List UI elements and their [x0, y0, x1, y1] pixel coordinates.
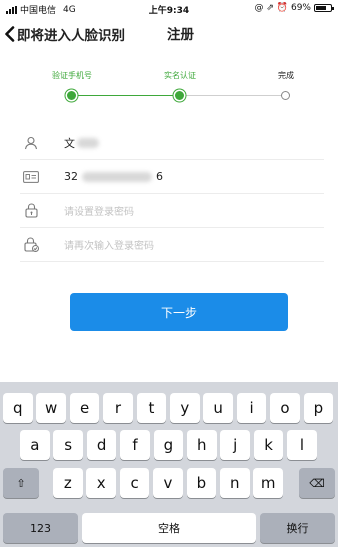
back-button[interactable]: 即将进入人脸识别 — [4, 26, 125, 46]
next-step-button[interactable]: 下一步 — [70, 293, 288, 331]
step-line-pending — [180, 95, 286, 96]
status-bar: 中国电信 4G 上午9:34 @ ⇗ ⏰ 69% — [0, 0, 338, 16]
name-blur — [77, 137, 99, 148]
shift-key[interactable]: ⇧ — [3, 468, 39, 498]
shift-icon: ⇧ — [16, 476, 26, 490]
lock-confirm-icon — [20, 237, 42, 253]
key-i[interactable]: i — [236, 393, 267, 423]
key-w[interactable]: w — [36, 393, 66, 423]
status-right: @ ⇗ ⏰ 69% — [254, 3, 334, 13]
lock-icon — [20, 203, 42, 219]
key-r[interactable]: r — [103, 393, 133, 423]
key-c[interactable]: c — [119, 468, 150, 498]
backspace-icon: ⌫ — [309, 476, 325, 490]
delete-key[interactable]: ⌫ — [299, 468, 335, 498]
step-label-verify-phone: 验证手机号 — [52, 71, 92, 80]
battery-level — [316, 6, 326, 10]
key-a[interactable]: a — [20, 430, 50, 460]
chevron-left-icon — [4, 26, 15, 46]
return-key[interactable]: 换行 — [260, 513, 335, 543]
step-label-complete: 完成 — [278, 71, 294, 80]
status-icons: @ ⇗ ⏰ — [254, 3, 288, 13]
step-dot-real-name — [175, 91, 184, 100]
battery-icon — [314, 4, 334, 12]
numbers-key[interactable]: 123 — [3, 513, 78, 543]
key-e[interactable]: e — [69, 393, 100, 423]
key-y[interactable]: y — [170, 393, 200, 423]
key-p[interactable]: p — [303, 393, 334, 423]
id-card-icon — [20, 169, 42, 185]
key-h[interactable]: h — [187, 430, 217, 460]
id-number-blur — [82, 171, 152, 182]
key-q[interactable]: q — [3, 393, 33, 423]
key-f[interactable]: f — [120, 430, 150, 460]
key-n[interactable]: n — [220, 468, 250, 498]
user-icon — [20, 135, 42, 151]
id-number-field[interactable]: 32 6 — [20, 160, 324, 194]
id-number-prefix: 32 — [64, 170, 78, 183]
key-l[interactable]: l — [287, 430, 317, 460]
registration-form: 文 32 6 请设置登录密码 请再次输入登录密码 — [0, 126, 338, 262]
space-key[interactable]: 空格 — [82, 513, 256, 543]
key-u[interactable]: u — [203, 393, 233, 423]
step-label-real-name: 实名认证 — [164, 71, 196, 80]
key-v[interactable]: v — [153, 468, 183, 498]
key-o[interactable]: o — [270, 393, 300, 423]
id-number-suffix: 6 — [156, 170, 163, 183]
step-line-completed — [72, 95, 180, 96]
confirm-password-field[interactable]: 请再次输入登录密码 — [20, 228, 324, 262]
key-b[interactable]: b — [186, 468, 217, 498]
step-dot-verify-phone — [67, 91, 76, 100]
key-m[interactable]: m — [253, 468, 283, 498]
step-dot-complete — [281, 91, 290, 100]
back-label: 即将进入人脸识别 — [17, 28, 125, 44]
key-k[interactable]: k — [253, 430, 284, 460]
key-g[interactable]: g — [153, 430, 184, 460]
key-d[interactable]: d — [86, 430, 117, 460]
key-s[interactable]: s — [53, 430, 83, 460]
page-title: 注册 — [167, 27, 194, 43]
password-field[interactable]: 请设置登录密码 — [20, 194, 324, 228]
battery-percent: 69% — [290, 3, 311, 13]
key-j[interactable]: j — [220, 430, 250, 460]
password-placeholder: 请设置登录密码 — [64, 207, 134, 218]
step-progress: 验证手机号 实名认证 完成 — [0, 62, 338, 112]
confirm-password-placeholder: 请再次输入登录密码 — [64, 241, 154, 252]
keyboard: ⇧ ⌫ 123 空格 换行 qwertyuiop asdfghjkl zxcvbnm — [0, 382, 338, 547]
key-z[interactable]: z — [53, 468, 83, 498]
key-t[interactable]: t — [136, 393, 167, 423]
name-field[interactable]: 文 — [20, 126, 324, 160]
name-value: 文 — [64, 136, 75, 150]
key-x[interactable]: x — [86, 468, 116, 498]
nav-bar: 即将进入人脸识别 注册 — [0, 20, 338, 50]
